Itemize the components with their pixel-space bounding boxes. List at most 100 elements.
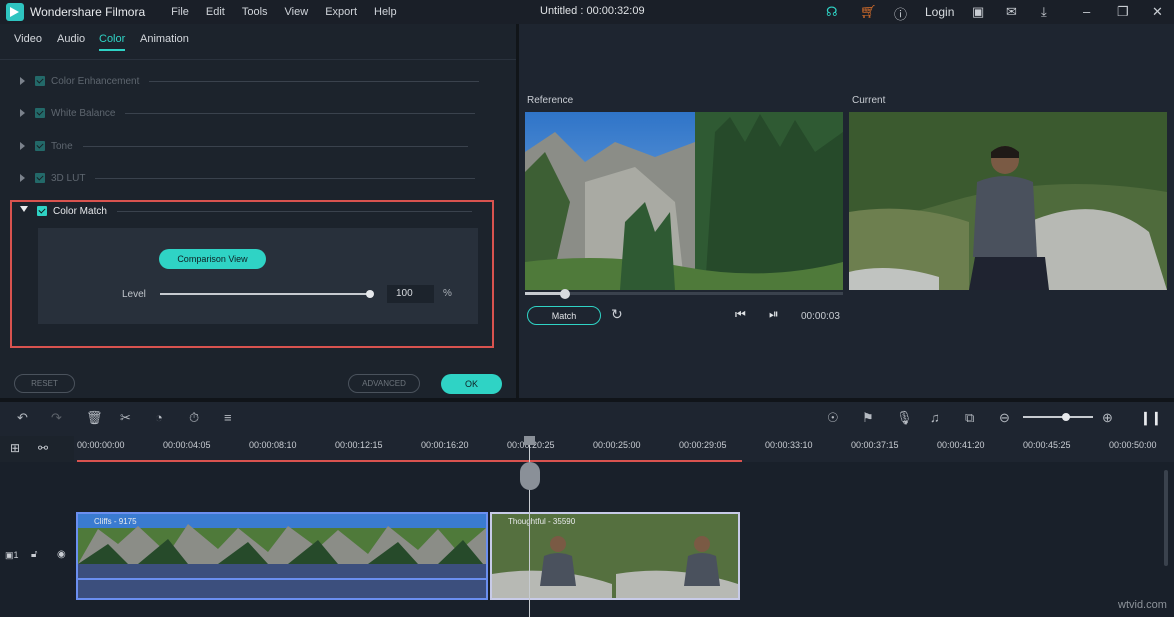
reset-button[interactable]: RESET (14, 374, 75, 393)
section-label: 3D LUT (51, 173, 85, 184)
timeline-toolbar (0, 402, 1174, 436)
play-icon[interactable]: ⏯ (769, 307, 779, 322)
adjust-icon[interactable]: ≡ (224, 410, 232, 425)
menu-help[interactable]: Help (374, 6, 397, 18)
ruler-tick: 00:00:00:00 (77, 440, 125, 450)
level-slider[interactable] (160, 293, 370, 295)
expand-icon[interactable] (20, 142, 25, 150)
mic-icon[interactable]: 🎙︎ (896, 410, 913, 426)
section-label: Color Enhancement (51, 76, 139, 87)
undo-icon[interactable]: ↶ (17, 410, 28, 426)
tab-audio[interactable]: Audio (57, 33, 85, 45)
section-label: White Balance (51, 108, 115, 119)
clip-thoughtful[interactable]: Thoughtful - 35590 (490, 512, 740, 600)
section-color-enhancement[interactable]: Color Enhancement (20, 73, 479, 89)
ruler-tick: 00:00:08:10 (249, 440, 297, 450)
zoom-slider[interactable] (1023, 416, 1093, 418)
mail-icon[interactable]: ✉ (1006, 4, 1017, 20)
ruler-tick: 00:00:33:10 (765, 440, 813, 450)
download-icon[interactable]: ⤓ (1041, 4, 1047, 20)
color-icon[interactable]: ◔ (155, 410, 163, 425)
ruler-tick: 00:00:37:15 (851, 440, 899, 450)
preview-timecode: 00:00:03 (801, 311, 840, 322)
match-button[interactable]: Match (527, 306, 601, 325)
menu-file[interactable]: File (171, 6, 189, 18)
speed-icon[interactable]: ⏱ (189, 410, 199, 426)
level-input[interactable]: 100 (387, 285, 434, 303)
timeline-scrollbar[interactable] (1164, 470, 1168, 566)
lock-icon[interactable]: 🔓︎ (31, 549, 37, 560)
checkbox-icon[interactable] (35, 173, 45, 183)
add-track-icon[interactable]: ⊞ (10, 441, 20, 455)
playback-progress[interactable] (525, 292, 843, 295)
expand-icon[interactable] (20, 174, 25, 182)
marker-icon[interactable]: ⚑ (862, 410, 874, 426)
current-frame (849, 112, 1167, 290)
ruler-tick: 00:00:45:25 (1023, 440, 1071, 450)
zoom-in-icon[interactable]: ⊕ (1102, 410, 1113, 426)
color-match-box (38, 228, 478, 324)
zoom-out-icon[interactable]: ⊖ (999, 410, 1010, 426)
login-link[interactable]: Login (925, 5, 954, 19)
delete-icon[interactable]: 🗑︎ (86, 410, 103, 426)
audio-waveform (78, 578, 486, 580)
reset-icon[interactable]: ↻ (611, 306, 623, 323)
ok-button[interactable]: OK (441, 374, 502, 394)
menu-export[interactable]: Export (325, 6, 357, 18)
filmora-logo-icon (6, 3, 24, 21)
level-slider-knob[interactable] (366, 290, 374, 298)
checkbox-icon[interactable] (35, 108, 45, 118)
playback-progress-fill (525, 292, 565, 295)
clip-thumbnails (78, 514, 486, 564)
link-icon[interactable]: ⚯ (38, 441, 48, 455)
tab-color[interactable]: Color (99, 33, 125, 51)
ruler-tick: 00:00:41:20 (937, 440, 985, 450)
headset-icon[interactable]: ☊ (826, 4, 838, 20)
man-image (849, 112, 1167, 290)
render-icon[interactable]: ☉ (827, 410, 839, 426)
clip-cliffs[interactable]: Cliffs - 9175 (76, 512, 488, 600)
snapshot-icon[interactable]: ⧉ (965, 410, 974, 426)
checkbox-icon[interactable] (35, 141, 45, 151)
ruler-tick: 00:00:04:05 (163, 440, 211, 450)
level-unit: % (443, 288, 452, 299)
eye-icon[interactable]: ◉ (57, 549, 66, 560)
cut-icon[interactable]: ✂ (120, 410, 131, 426)
menu-edit[interactable]: Edit (206, 6, 225, 18)
comparison-view-button[interactable]: Comparison View (159, 249, 266, 269)
playhead-handle[interactable] (524, 436, 535, 445)
redo-icon[interactable]: ↷ (51, 410, 62, 426)
zoom-slider-knob[interactable] (1062, 413, 1070, 421)
step-back-icon[interactable]: ⏮ (735, 307, 746, 322)
save-icon[interactable]: ▣ (972, 4, 984, 20)
divider (83, 146, 468, 147)
close-icon[interactable]: ✕ (1152, 4, 1163, 20)
menu-view[interactable]: View (285, 6, 309, 18)
ruler-tick: 00:00:12:15 (335, 440, 383, 450)
tab-animation[interactable]: Animation (140, 33, 189, 45)
divider (95, 178, 475, 179)
ruler-tick: 00:00:50:00 (1109, 440, 1157, 450)
minimize-icon[interactable]: – (1083, 4, 1090, 19)
checkbox-icon[interactable] (35, 76, 45, 86)
section-white-balance[interactable]: White Balance (20, 105, 475, 121)
advanced-button[interactable]: ADVANCED (348, 374, 420, 393)
section-3d-lut[interactable]: 3D LUT (20, 170, 475, 186)
pause-icon[interactable]: ❙❙ (1140, 410, 1162, 426)
expand-icon[interactable] (20, 77, 25, 85)
app-name: Wondershare Filmora (30, 5, 145, 19)
clip-name: Thoughtful - 35590 (508, 517, 575, 526)
restore-icon[interactable]: ❐ (1117, 4, 1129, 20)
track-number: 1 (14, 550, 19, 560)
video-track-icon: ▣1 (5, 550, 19, 561)
section-tone[interactable]: Tone (20, 138, 468, 154)
cart-icon[interactable]: 🛒︎ (860, 4, 877, 20)
tab-video[interactable]: Video (14, 33, 42, 45)
playback-scrubber[interactable] (560, 289, 570, 299)
expand-icon[interactable] (20, 109, 25, 117)
playhead-split-marker[interactable] (520, 462, 540, 490)
info-icon[interactable]: ⓘ (894, 4, 907, 23)
voiceover-icon[interactable]: ♫ (930, 410, 940, 425)
divider (125, 113, 475, 114)
menu-tools[interactable]: Tools (242, 6, 268, 18)
